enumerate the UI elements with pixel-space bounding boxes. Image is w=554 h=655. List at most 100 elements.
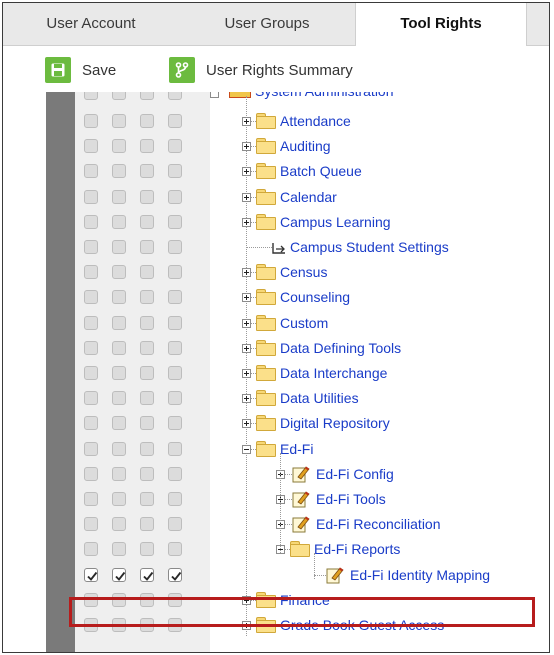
right-checkbox[interactable] <box>168 391 182 406</box>
tree-item-label[interactable]: Ed-Fi Reports <box>314 540 400 558</box>
right-checkbox[interactable] <box>112 416 126 431</box>
right-checkbox[interactable] <box>84 366 98 380</box>
right-checkbox[interactable] <box>112 240 126 254</box>
tree-item-label[interactable]: Batch Queue <box>280 162 362 180</box>
right-checkbox[interactable] <box>112 391 126 406</box>
expand-toggle[interactable] <box>242 217 251 227</box>
collapse-toggle[interactable] <box>242 444 251 454</box>
tree-item-label[interactable]: Ed-Fi Identity Mapping <box>350 566 490 584</box>
right-checkbox[interactable] <box>84 466 98 481</box>
right-checkbox[interactable] <box>140 416 154 431</box>
right-checkbox[interactable] <box>112 366 126 380</box>
right-checkbox[interactable] <box>84 391 98 406</box>
user-rights-summary-button[interactable]: User Rights Summary <box>169 56 353 84</box>
right-checkbox[interactable] <box>168 567 182 582</box>
right-checkbox[interactable] <box>112 214 126 229</box>
right-checkbox[interactable] <box>168 492 182 506</box>
right-checkbox[interactable] <box>84 92 98 100</box>
right-checkbox[interactable] <box>112 542 126 557</box>
tree-item-label[interactable]: Ed-Fi Reconciliation <box>316 515 441 533</box>
right-checkbox[interactable] <box>168 92 182 100</box>
right-checkbox[interactable] <box>168 240 182 254</box>
right-checkbox[interactable] <box>112 114 126 128</box>
right-checkbox[interactable] <box>168 290 182 305</box>
right-checkbox[interactable] <box>84 240 98 254</box>
tree-item-label[interactable]: Ed-Fi Config <box>316 465 394 483</box>
right-checkbox[interactable] <box>140 139 154 154</box>
right-checkbox[interactable] <box>140 92 154 100</box>
right-checkbox[interactable] <box>84 340 98 355</box>
right-checkbox[interactable] <box>140 492 154 506</box>
tree-item-label[interactable]: Ed-Fi <box>280 440 313 458</box>
right-checkbox[interactable] <box>84 189 98 204</box>
right-checkbox[interactable] <box>84 265 98 280</box>
right-checkbox[interactable] <box>140 542 154 557</box>
right-checkbox[interactable] <box>168 517 182 532</box>
tab-user-groups[interactable]: User Groups <box>179 3 355 45</box>
expand-toggle[interactable] <box>242 192 251 202</box>
expand-toggle[interactable] <box>242 268 251 278</box>
right-checkbox[interactable] <box>140 164 154 179</box>
tree-item-label[interactable]: Custom <box>280 314 328 332</box>
expand-toggle[interactable] <box>242 318 251 328</box>
right-checkbox[interactable] <box>140 567 154 582</box>
right-checkbox[interactable] <box>140 340 154 355</box>
right-checkbox[interactable] <box>112 315 126 330</box>
expand-toggle[interactable] <box>242 293 251 303</box>
right-checkbox[interactable] <box>168 366 182 380</box>
right-checkbox[interactable] <box>84 139 98 154</box>
right-checkbox[interactable] <box>168 265 182 280</box>
right-checkbox[interactable] <box>84 618 98 632</box>
save-button[interactable]: Save <box>45 56 116 84</box>
right-checkbox[interactable] <box>112 466 126 481</box>
right-checkbox[interactable] <box>112 441 126 456</box>
right-checkbox[interactable] <box>140 366 154 380</box>
right-checkbox[interactable] <box>112 618 126 632</box>
right-checkbox[interactable] <box>84 290 98 305</box>
right-checkbox[interactable] <box>168 416 182 431</box>
tree-item-label[interactable]: Data Interchange <box>280 364 387 382</box>
right-checkbox[interactable] <box>112 164 126 179</box>
right-checkbox[interactable] <box>84 114 98 128</box>
tree-item-label[interactable]: Finance <box>280 591 330 609</box>
right-checkbox[interactable] <box>140 290 154 305</box>
right-checkbox[interactable] <box>140 189 154 204</box>
right-checkbox[interactable] <box>168 315 182 330</box>
expand-toggle[interactable] <box>242 343 251 353</box>
right-checkbox[interactable] <box>168 441 182 456</box>
right-checkbox[interactable] <box>168 340 182 355</box>
expand-toggle[interactable] <box>242 167 251 177</box>
right-checkbox[interactable] <box>112 139 126 154</box>
right-checkbox[interactable] <box>84 164 98 179</box>
right-checkbox[interactable] <box>112 189 126 204</box>
right-checkbox[interactable] <box>84 492 98 506</box>
right-checkbox[interactable] <box>112 517 126 532</box>
tree-item-label[interactable]: Data Defining Tools <box>280 339 401 357</box>
tab-tool-rights[interactable]: Tool Rights <box>355 3 527 46</box>
right-checkbox[interactable] <box>112 492 126 506</box>
tree-item-label[interactable]: Digital Repository <box>280 414 390 432</box>
tree-item-label[interactable]: Campus Student Settings <box>290 238 449 256</box>
expand-toggle[interactable] <box>242 369 251 378</box>
expand-toggle[interactable] <box>242 419 251 429</box>
right-checkbox[interactable] <box>84 441 98 456</box>
tab-user-account[interactable]: User Account <box>3 3 179 45</box>
tree-item-label[interactable]: System Administration <box>255 92 394 100</box>
right-checkbox[interactable] <box>112 592 126 607</box>
tree-item-label[interactable]: Counseling <box>280 288 350 306</box>
right-checkbox[interactable] <box>168 164 182 179</box>
right-checkbox[interactable] <box>168 189 182 204</box>
right-checkbox[interactable] <box>140 265 154 280</box>
right-checkbox[interactable] <box>140 114 154 128</box>
tree-item-label[interactable]: Calendar <box>280 188 337 206</box>
right-checkbox[interactable] <box>140 517 154 532</box>
right-checkbox[interactable] <box>140 214 154 229</box>
right-checkbox[interactable] <box>168 114 182 128</box>
right-checkbox[interactable] <box>84 567 98 582</box>
right-checkbox[interactable] <box>84 416 98 431</box>
tree-item-label[interactable]: Attendance <box>280 112 351 130</box>
right-checkbox[interactable] <box>84 542 98 557</box>
right-checkbox[interactable] <box>140 466 154 481</box>
right-checkbox[interactable] <box>168 618 182 632</box>
tree-item-label[interactable]: Census <box>280 263 327 281</box>
